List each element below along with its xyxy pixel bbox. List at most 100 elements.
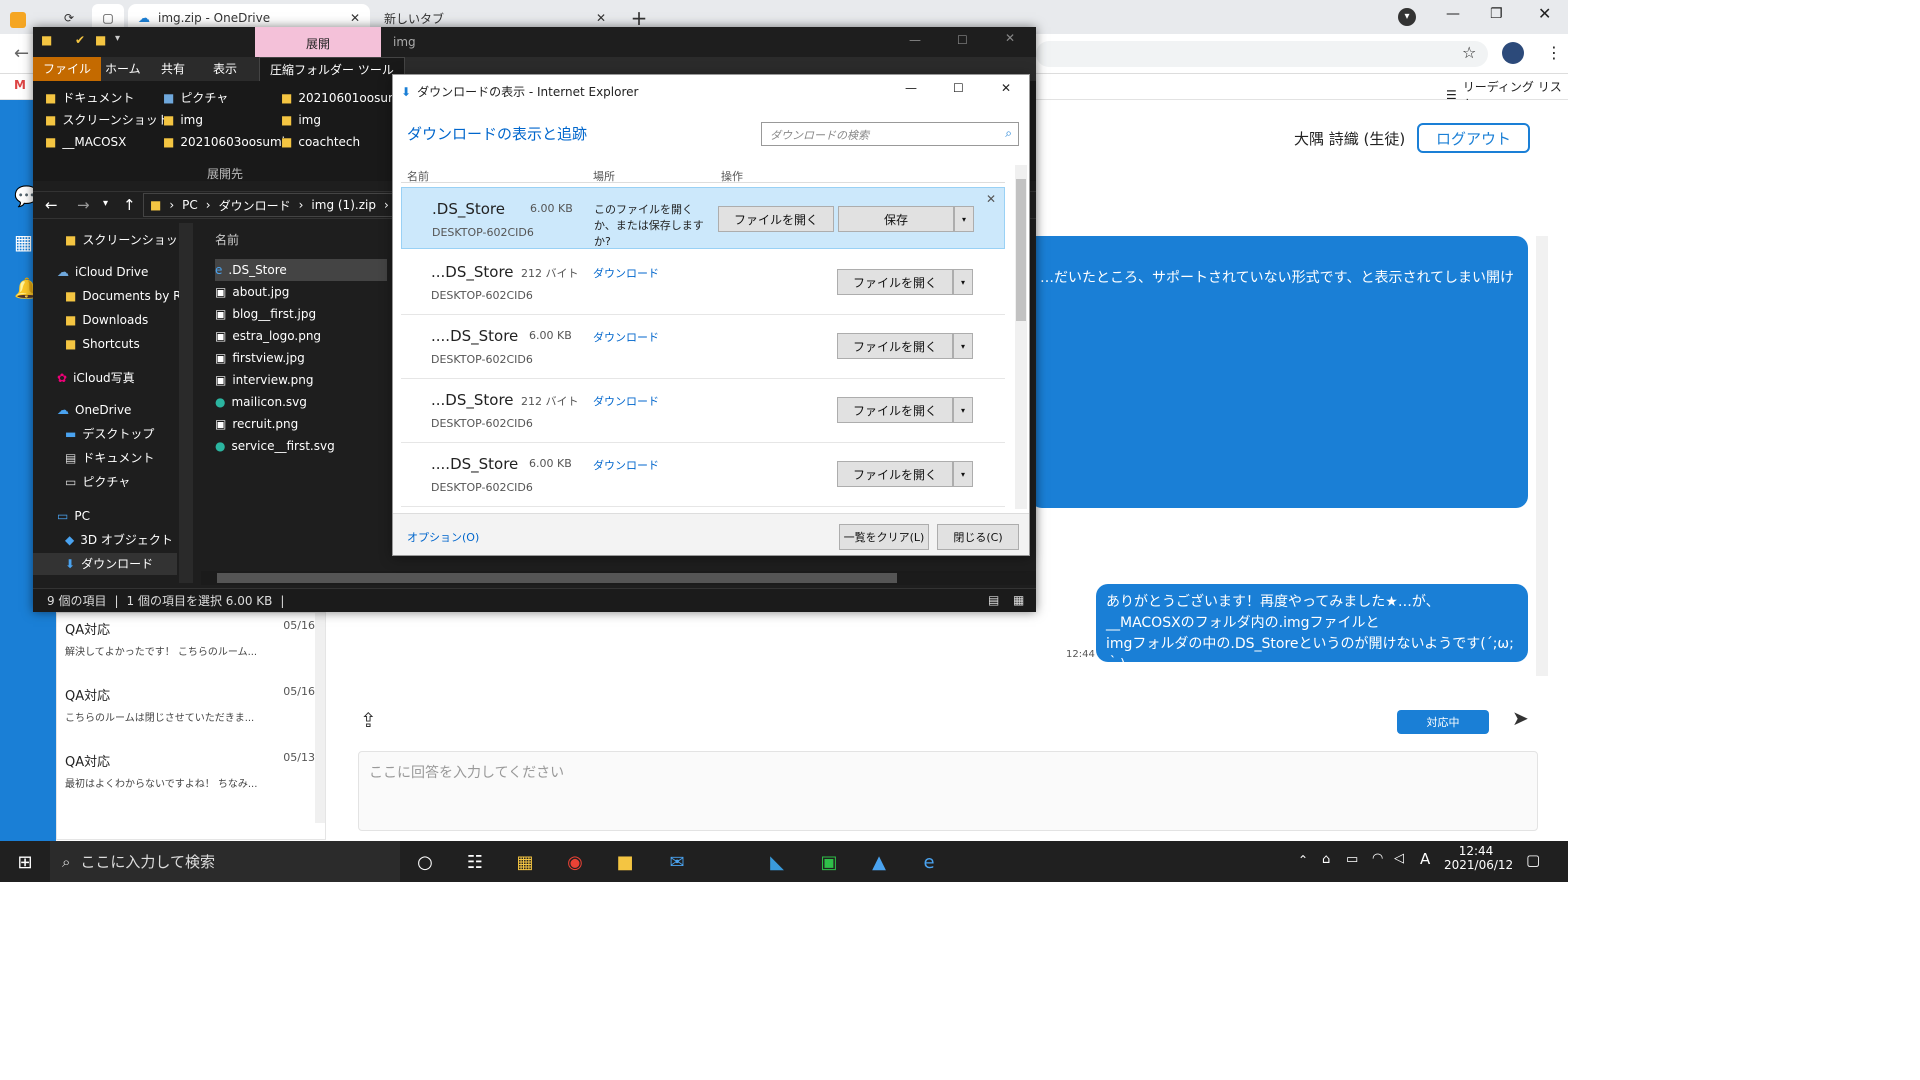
close-tab-icon[interactable]: ✕ xyxy=(596,11,606,25)
nav-item-selected[interactable]: ⬇ ダウンロード xyxy=(33,553,177,575)
options-link[interactable]: オプション(O) xyxy=(407,529,479,545)
nav-item[interactable]: ▭ ピクチャ xyxy=(65,471,130,493)
nav-item[interactable]: ▬ デスクトップ xyxy=(65,423,154,445)
minimize-button[interactable]: — xyxy=(1446,6,1460,22)
send-icon[interactable]: ➤ xyxy=(1512,706,1529,730)
list-item[interactable]: QA対応 05/16 解決してよかったです！ こちらのルーム... xyxy=(65,619,315,675)
open-dropdown-button[interactable]: ▾ xyxy=(953,333,973,359)
nav-item[interactable]: ✿ iCloud写真 xyxy=(57,367,135,389)
breadcrumb-item[interactable]: img (1).zip xyxy=(311,198,376,212)
column-header-name[interactable]: 名前 xyxy=(215,231,239,248)
tab-view[interactable]: 表示 xyxy=(203,57,247,81)
chat-scrollbar[interactable] xyxy=(1536,236,1548,676)
tab-home[interactable]: ホーム xyxy=(95,57,151,81)
quick-item[interactable]: ■ __MACOSX xyxy=(45,131,126,153)
list-item[interactable]: ▣ interview.png xyxy=(215,369,387,391)
scroll-thumb[interactable] xyxy=(1016,179,1026,321)
list-item[interactable]: ▣ estra_logo.png xyxy=(215,325,387,347)
list-item[interactable]: QA対応 05/16 こちらのルームは閉じさせていただきま... xyxy=(65,685,315,741)
nav-item[interactable]: ■ Downloads xyxy=(65,309,148,331)
tiles-view-icon[interactable]: ▦ xyxy=(1013,593,1024,607)
file-explorer-icon[interactable]: ■ xyxy=(610,847,640,877)
details-view-icon[interactable]: ▤ xyxy=(988,593,999,607)
ime-indicator[interactable]: A xyxy=(1420,850,1430,868)
quick-item[interactable]: ■ ピクチャ xyxy=(163,87,228,109)
tab-file[interactable]: ファイル xyxy=(33,57,102,81)
context-tab-extract[interactable]: 展開 xyxy=(255,27,381,57)
nav-item[interactable]: ▤ ドキュメント xyxy=(65,447,154,469)
quick-item[interactable]: ■ 20210601oosumi xyxy=(281,87,403,109)
breadcrumb-item[interactable]: ダウンロード xyxy=(219,197,291,214)
menu-icon[interactable]: ⋮ xyxy=(1546,43,1562,62)
vscode-icon[interactable]: ◣ xyxy=(762,847,792,877)
download-location-link[interactable]: ダウンロード xyxy=(593,393,659,409)
nav-item[interactable]: ■ Documents by Re xyxy=(65,285,188,307)
photos-icon[interactable]: ▲ xyxy=(864,847,894,877)
save-dropdown-button[interactable]: ▾ xyxy=(954,206,974,232)
remove-icon[interactable]: ✕ xyxy=(986,192,996,206)
search-box[interactable]: ⌕ ここに入力して検索 xyxy=(50,841,400,882)
network-icon[interactable]: ⌂ xyxy=(1322,852,1330,867)
list-item[interactable]: QA対応 05/13 最初はよくわからないですよね！ ちなみ... xyxy=(65,751,315,807)
nav-scrollbar[interactable] xyxy=(179,223,193,583)
wifi-icon[interactable]: ◠ xyxy=(1372,851,1383,866)
quick-item[interactable]: ■ スクリーンショット xyxy=(45,109,170,131)
minimize-button[interactable]: — xyxy=(905,81,917,95)
download-row[interactable]: .DS_Store 6.00 KB DESKTOP-602CID6 このファイル… xyxy=(401,187,1005,249)
list-item[interactable]: ● service__first.svg xyxy=(215,435,387,457)
download-row[interactable]: ...DS_Store 212 バイト DESKTOP-602CID6 ダウンロ… xyxy=(401,253,1005,315)
download-location-link[interactable]: ダウンロード xyxy=(593,329,659,345)
battery-icon[interactable]: ▭ xyxy=(1346,852,1358,867)
quick-item[interactable]: ■ ドキュメント xyxy=(45,87,134,109)
nav-item[interactable]: ■ スクリーンショット xyxy=(65,229,190,251)
nav-item[interactable]: ◆ 3D オブジェクト xyxy=(65,529,173,551)
calendar-icon[interactable]: ▦ xyxy=(14,230,33,254)
back-icon[interactable]: ← xyxy=(14,43,29,64)
close-dialog-button[interactable]: 閉じる(C) xyxy=(937,524,1019,550)
open-file-button[interactable]: ファイルを開く xyxy=(718,206,834,232)
omnibox[interactable] xyxy=(1036,41,1488,67)
maximize-button[interactable]: ☐ xyxy=(957,33,968,47)
up-icon[interactable]: ↑ xyxy=(123,196,136,214)
star-icon[interactable]: ☆ xyxy=(1462,43,1476,62)
search-icon[interactable]: ⌕ xyxy=(1005,126,1012,141)
list-item[interactable]: ▣ blog__first.jpg xyxy=(215,303,387,325)
reply-input[interactable]: ここに回答を入力してください xyxy=(358,751,1538,831)
status-button[interactable]: 対応中 xyxy=(1397,710,1489,734)
search-input[interactable]: ダウンロードの検索 ⌕ xyxy=(761,122,1019,146)
cortana-icon[interactable]: ○ xyxy=(410,847,440,877)
open-dropdown-button[interactable]: ▾ xyxy=(953,269,973,295)
open-file-button[interactable]: ファイルを開く xyxy=(837,397,953,423)
recent-icon[interactable]: ▾ xyxy=(103,198,108,209)
room-list-scrollbar[interactable] xyxy=(315,613,325,823)
horizontal-scrollbar[interactable] xyxy=(201,571,1036,585)
list-item[interactable]: ▣ about.jpg xyxy=(215,281,387,303)
gmail-icon[interactable]: M xyxy=(14,78,26,92)
scroll-thumb[interactable] xyxy=(217,573,897,583)
quick-access-icon[interactable]: ✔ xyxy=(75,33,85,47)
download-row[interactable]: ...DS_Store 212 バイト DESKTOP-602CID6 ダウンロ… xyxy=(401,381,1005,443)
list-item[interactable]: e .DS_Store xyxy=(215,259,387,281)
breadcrumb-item[interactable]: PC xyxy=(182,198,198,212)
close-tab-icon[interactable]: ✕ xyxy=(350,11,360,25)
nav-item[interactable]: ■ Shortcuts xyxy=(65,333,140,355)
nav-item[interactable]: ☁ iCloud Drive xyxy=(57,261,148,283)
mail-icon[interactable]: ✉ xyxy=(662,847,692,877)
download-location-link[interactable]: ダウンロード xyxy=(593,457,659,473)
tray-arrow-icon[interactable]: ⌃ xyxy=(1298,853,1308,867)
quick-item[interactable]: ■ img xyxy=(163,109,203,131)
open-file-button[interactable]: ファイルを開く xyxy=(837,333,953,359)
download-row[interactable]: ....DS_Store 6.00 KB DESKTOP-602CID6 ダウン… xyxy=(401,445,1005,507)
nav-item[interactable]: ☁ OneDrive xyxy=(57,399,131,421)
notification-icon[interactable]: ▢ xyxy=(1526,851,1540,869)
clock[interactable]: 12:44 2021/06/12 xyxy=(1444,844,1513,872)
maximize-button[interactable]: ☐ xyxy=(953,81,964,95)
avatar[interactable] xyxy=(1502,42,1524,64)
list-item[interactable]: ● mailicon.svg xyxy=(215,391,387,413)
tab-share[interactable]: 共有 xyxy=(151,57,195,81)
chrome-icon[interactable]: ◉ xyxy=(560,847,590,877)
download-row[interactable]: ....DS_Store 6.00 KB DESKTOP-602CID6 ダウン… xyxy=(401,317,1005,379)
task-view-icon[interactable]: ☷ xyxy=(460,847,490,877)
close-button[interactable]: ✕ xyxy=(1001,81,1011,95)
breadcrumb[interactable]: ■ ›PC ›ダウンロード ›img (1).zip ›img xyxy=(143,193,393,217)
